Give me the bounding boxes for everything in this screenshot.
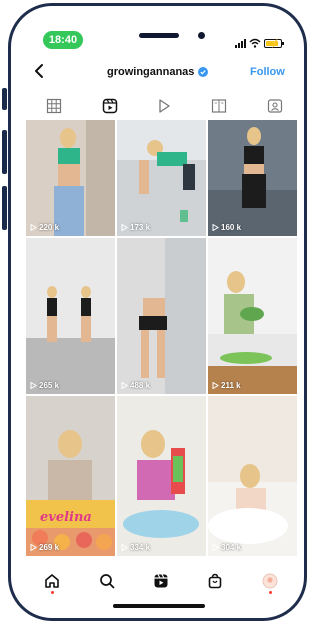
status-time: 18:40 (43, 31, 83, 49)
play-icon (30, 382, 37, 389)
reels-nav-icon (154, 574, 168, 588)
reel-thumbnail (208, 120, 297, 236)
play-icon (212, 544, 219, 551)
profile-avatar (262, 573, 278, 589)
follow-button[interactable]: Follow (250, 66, 285, 78)
guide-icon (211, 99, 227, 113)
tab-videos[interactable] (144, 94, 184, 118)
reel-thumbnail (117, 120, 206, 236)
nav-profile[interactable] (257, 568, 283, 594)
reel-thumbnail (26, 238, 115, 394)
reel-tile[interactable]: 488 k (117, 238, 206, 394)
volume-down-button[interactable] (2, 130, 7, 174)
volume-up-button[interactable] (2, 88, 7, 110)
notification-dot (51, 591, 54, 594)
nav-search[interactable] (94, 568, 120, 594)
view-count: 304 k (212, 543, 241, 552)
username-container: growingannanas (107, 66, 209, 78)
battery-icon: ⚡ (264, 39, 284, 48)
play-icon (121, 382, 128, 389)
tagged-icon (267, 99, 283, 113)
reel-thumbnail (117, 396, 206, 556)
play-icon (121, 544, 128, 551)
reel-tile[interactable]: 265 k (26, 238, 115, 394)
camera-dot (198, 32, 205, 39)
view-count: 173 k (121, 223, 150, 232)
reel-tile[interactable]: 304 k (208, 396, 297, 556)
search-icon (100, 574, 115, 589)
phone-frame: 18:40 ⚡ growingannanas Follow 220 k 173 … (8, 3, 307, 621)
evelina-sign-text: evelina (40, 510, 92, 525)
reel-tile[interactable]: 334 k (117, 396, 206, 556)
nav-home[interactable] (39, 568, 65, 594)
view-count: 220 k (30, 223, 59, 232)
home-indicator[interactable] (113, 604, 205, 608)
back-arrow-icon[interactable] (31, 62, 49, 80)
signal-icon (235, 39, 246, 48)
play-icon (30, 544, 37, 551)
reel-tile[interactable]: 173 k (117, 120, 206, 236)
play-icon (159, 99, 170, 113)
reel-thumbnail (117, 238, 206, 394)
view-count: 160 k (212, 223, 241, 232)
reel-tile[interactable]: 220 k (26, 120, 115, 236)
username: growingannanas (107, 66, 195, 78)
play-icon (212, 224, 219, 231)
side-button[interactable] (2, 186, 7, 230)
notification-dot (269, 591, 272, 594)
profile-header: growingannanas Follow (11, 60, 304, 86)
grid-icon (46, 98, 62, 114)
home-icon (45, 574, 59, 588)
reel-thumbnail (26, 120, 115, 236)
view-count: 269 k (30, 543, 59, 552)
view-count: 211 k (212, 381, 241, 390)
play-icon (30, 224, 37, 231)
wifi-icon (249, 38, 261, 48)
shop-icon (208, 573, 222, 589)
tab-grid[interactable] (34, 94, 74, 118)
view-count: 265 k (30, 381, 59, 390)
view-count: 488 k (121, 381, 150, 390)
bottom-navigation (11, 562, 304, 598)
tab-guides[interactable] (199, 94, 239, 118)
tab-tagged[interactable] (255, 94, 295, 118)
profile-tabs (11, 94, 304, 118)
status-icons: ⚡ (235, 36, 284, 48)
nav-shop[interactable] (202, 568, 228, 594)
reel-tile[interactable]: 160 k (208, 120, 297, 236)
nav-reels[interactable] (148, 568, 174, 594)
view-count: 334 k (121, 543, 150, 552)
reel-thumbnail (208, 238, 297, 394)
play-icon (121, 224, 128, 231)
reel-thumbnail (26, 396, 115, 556)
status-bar: 18:40 ⚡ (11, 6, 304, 50)
verified-badge-icon (198, 67, 209, 77)
dynamic-island-bar (139, 33, 179, 38)
tab-reels[interactable] (90, 94, 130, 118)
reel-tile[interactable]: 211 k (208, 238, 297, 394)
reel-tile[interactable]: evelina 269 k (26, 396, 115, 556)
reels-icon (102, 98, 118, 114)
reel-thumbnail (208, 396, 297, 556)
play-icon (212, 382, 219, 389)
